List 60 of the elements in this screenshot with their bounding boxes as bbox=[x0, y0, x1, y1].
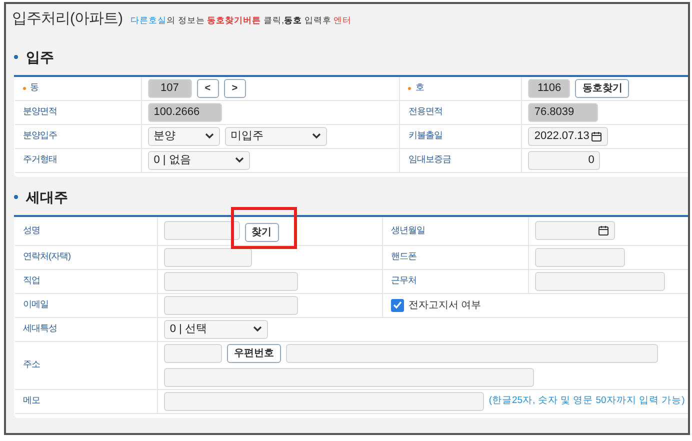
button[interactable]: 동호찾기 bbox=[575, 78, 630, 98]
input-field[interactable] bbox=[535, 272, 666, 290]
checkbox-label: 전자고지서 여부 bbox=[408, 298, 482, 312]
field-label: 근무처 bbox=[390, 274, 416, 288]
field-label: 호 bbox=[415, 81, 424, 94]
field-label: 주거형태 bbox=[23, 153, 57, 166]
select-value: 0 | 선택 bbox=[170, 322, 207, 337]
input-field[interactable] bbox=[286, 344, 658, 362]
checkbox[interactable] bbox=[391, 298, 404, 312]
dropdown[interactable]: 분양 bbox=[148, 126, 220, 146]
select-value: 분양 bbox=[154, 128, 176, 144]
field-label: 메모 bbox=[23, 394, 40, 408]
field-label: 성명 bbox=[23, 224, 40, 237]
field-label: 분양입주 bbox=[23, 129, 57, 142]
field-label: 전용면적 bbox=[408, 105, 442, 118]
calendar-icon bbox=[591, 130, 602, 142]
input-field[interactable] bbox=[164, 221, 240, 240]
field-label: 분양면적 bbox=[23, 105, 57, 118]
section-heading: 세대주 bbox=[26, 188, 68, 206]
notice-text: 다른호실 의 정보는 동호찾기버튼 클릭,동호 입력후 엔터 bbox=[130, 14, 352, 27]
field-label: 연락처(자택) bbox=[23, 250, 70, 264]
input-field[interactable]: 0 bbox=[528, 150, 600, 170]
input-field[interactable] bbox=[535, 248, 626, 266]
input-field[interactable] bbox=[164, 392, 484, 410]
date-field[interactable]: 2022.07.13 bbox=[528, 126, 608, 146]
button[interactable]: > bbox=[224, 78, 246, 98]
dropdown[interactable]: 미입주 bbox=[224, 126, 327, 146]
input-field[interactable] bbox=[164, 344, 222, 362]
field-label: 생년월일 bbox=[390, 224, 425, 237]
input-field[interactable] bbox=[164, 296, 298, 314]
dropdown[interactable]: 0 | 선택 bbox=[164, 320, 268, 338]
calendar-icon bbox=[598, 225, 610, 236]
input-field[interactable] bbox=[164, 272, 298, 290]
button[interactable]: 우편번호 bbox=[226, 344, 281, 362]
chevron-down-icon bbox=[234, 157, 244, 163]
field-label: 주소 bbox=[23, 358, 40, 372]
chevron-down-icon bbox=[312, 133, 321, 139]
dropdown[interactable]: 0 | 없음 bbox=[148, 150, 250, 170]
field-label: 직업 bbox=[23, 274, 40, 288]
field-label: 동 bbox=[30, 81, 38, 94]
chevron-down-icon bbox=[204, 133, 214, 139]
field-label: 키불출일 bbox=[408, 129, 442, 142]
field-label: 이메일 bbox=[23, 298, 48, 312]
select-value: 미입주 bbox=[230, 128, 264, 144]
date-field[interactable] bbox=[535, 221, 616, 240]
bullet-icon bbox=[14, 195, 18, 199]
chevron-down-icon bbox=[252, 326, 262, 332]
field-label: 임대보증금 bbox=[408, 153, 451, 166]
button[interactable]: < bbox=[196, 78, 219, 98]
input-field[interactable] bbox=[164, 248, 252, 266]
hint-text: (한글25자, 숫자 및 영문 50자까지 입력 가능) bbox=[488, 394, 685, 408]
section-heading: 입주 bbox=[26, 48, 54, 66]
field-label: 세대특성 bbox=[23, 322, 57, 336]
page-title: 입주처리(아파트) bbox=[12, 9, 122, 29]
date-value: 2022.07.13 bbox=[534, 128, 590, 144]
select-value: 0 | 없음 bbox=[154, 152, 191, 168]
bullet-icon bbox=[14, 55, 18, 59]
input-field[interactable] bbox=[164, 368, 534, 386]
field-label: 핸드폰 bbox=[390, 250, 416, 264]
find-button[interactable]: 찾기 bbox=[244, 222, 279, 242]
